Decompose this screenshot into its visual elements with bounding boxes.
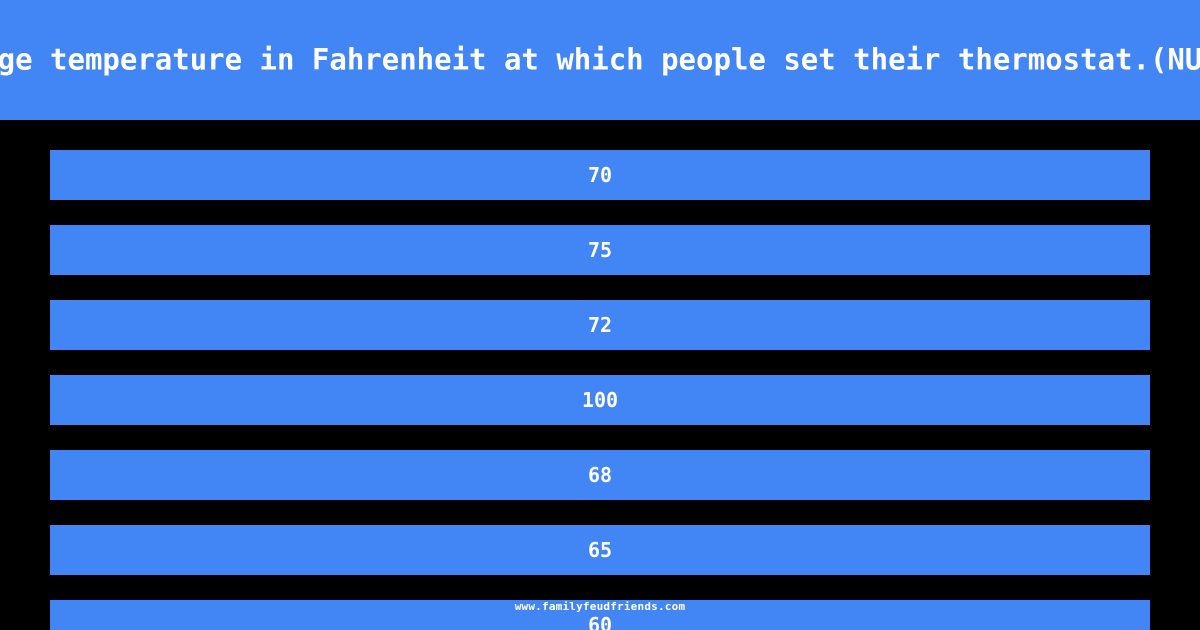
answer-label: 100 <box>581 388 619 412</box>
answer-label: 70 <box>587 163 613 187</box>
page-root: average temperature in Fahrenheit at whi… <box>0 0 1200 630</box>
answer-bar[interactable]: 75 <box>50 225 1150 275</box>
answer-label: 65 <box>587 538 613 562</box>
answer-list: 70 75 72 100 68 65 60 <box>0 120 1200 630</box>
answer-label: 72 <box>587 313 613 337</box>
answer-label: 75 <box>587 238 613 262</box>
answer-label: 68 <box>587 463 613 487</box>
answer-label: 60 <box>587 613 613 630</box>
answer-bar[interactable]: 68 <box>50 450 1150 500</box>
question-band: average temperature in Fahrenheit at whi… <box>0 0 1200 120</box>
question-text: average temperature in Fahrenheit at whi… <box>0 42 1200 77</box>
answer-bar[interactable]: 70 <box>50 150 1150 200</box>
answer-bar[interactable]: 65 <box>50 525 1150 575</box>
answer-bar[interactable]: 72 <box>50 300 1150 350</box>
answer-bar[interactable]: 60 <box>50 600 1150 630</box>
answer-bar[interactable]: 100 <box>50 375 1150 425</box>
